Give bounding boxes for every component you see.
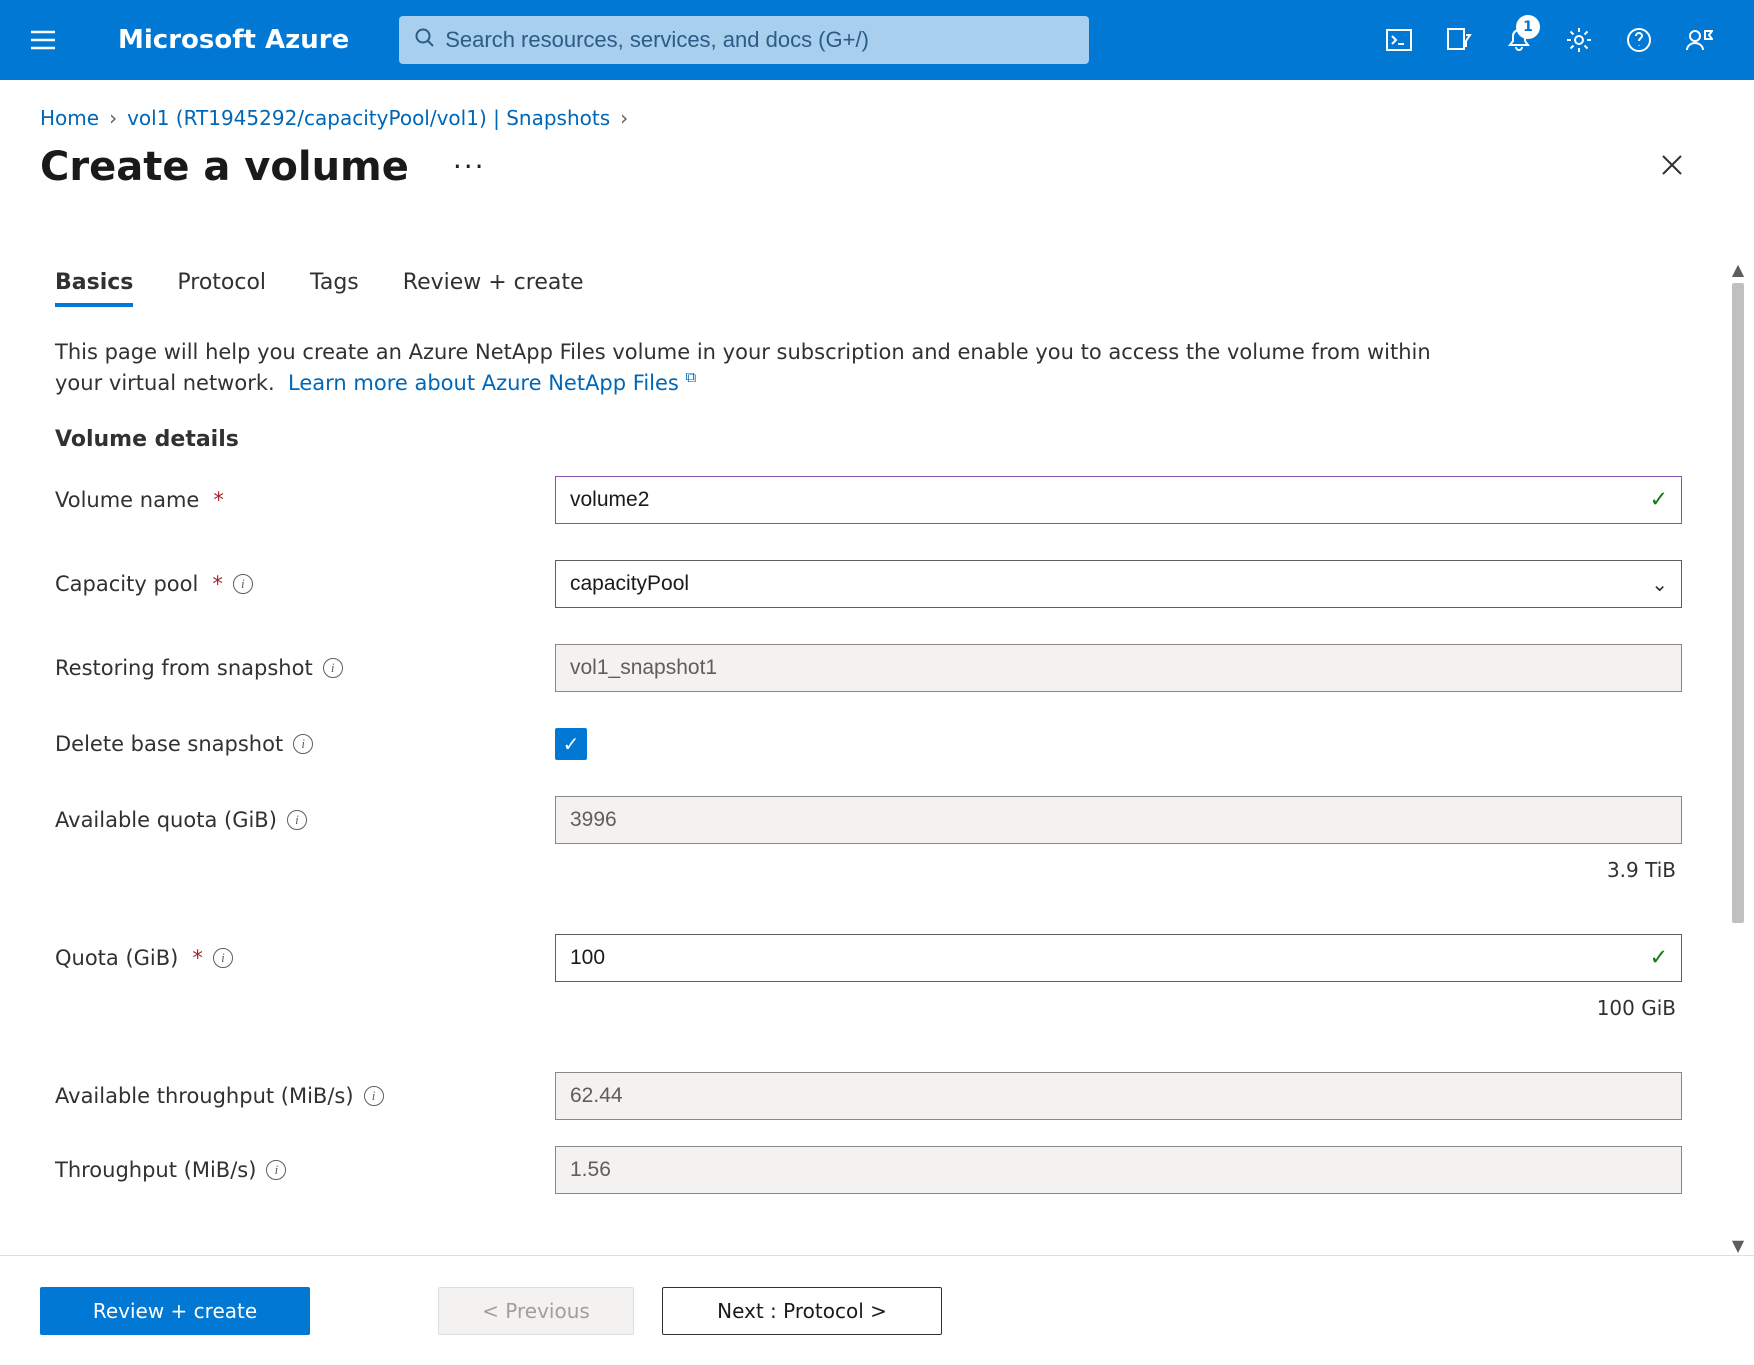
intro-text: This page will help you create an Azure … <box>55 337 1475 399</box>
external-link-icon: ⧉ <box>686 367 697 389</box>
close-icon[interactable] <box>1660 151 1714 184</box>
quota-hint: 100 GiB <box>555 996 1682 1020</box>
top-bar: Microsoft Azure 1 <box>0 0 1754 80</box>
chevron-right-icon: › <box>109 106 117 130</box>
throughput-label: Throughput (MiB/s) <box>55 1158 256 1182</box>
required-asterisk: * <box>212 572 223 596</box>
avail-throughput-field <box>555 1072 1682 1120</box>
hamburger-menu-icon[interactable] <box>20 17 66 63</box>
notification-badge: 1 <box>1516 15 1540 39</box>
search-input[interactable] <box>445 27 1073 53</box>
breadcrumb-home[interactable]: Home <box>40 106 99 130</box>
intro-body: This page will help you create an Azure … <box>55 340 1431 395</box>
content-pane: Basics Protocol Tags Review + create Thi… <box>0 250 1722 1255</box>
info-icon[interactable]: i <box>213 948 233 968</box>
info-icon[interactable]: i <box>293 734 313 754</box>
capacity-pool-label: Capacity pool <box>55 572 198 596</box>
previous-button: < Previous <box>438 1287 634 1335</box>
settings-gear-icon[interactable] <box>1564 25 1594 55</box>
notifications-icon[interactable]: 1 <box>1504 25 1534 55</box>
delete-base-checkbox[interactable]: ✓ <box>555 728 587 760</box>
check-icon: ✓ <box>1650 487 1668 512</box>
tabs: Basics Protocol Tags Review + create <box>55 270 1682 307</box>
directory-filter-icon[interactable] <box>1444 25 1474 55</box>
search-icon <box>415 28 435 52</box>
required-asterisk: * <box>213 488 224 512</box>
quota-input[interactable] <box>555 934 1682 982</box>
feedback-icon[interactable] <box>1684 25 1714 55</box>
delete-base-label: Delete base snapshot <box>55 732 283 756</box>
scroll-down-icon[interactable]: ▼ <box>1732 1236 1744 1255</box>
info-icon[interactable]: i <box>364 1086 384 1106</box>
scroll-up-icon[interactable]: ▲ <box>1732 260 1744 279</box>
footer-bar: Review + create < Previous Next : Protoc… <box>0 1255 1754 1365</box>
breadcrumb: Home › vol1 (RT1945292/capacityPool/vol1… <box>0 80 1754 138</box>
search-box[interactable] <box>399 16 1089 64</box>
cloud-shell-icon[interactable] <box>1384 25 1414 55</box>
scroll-thumb[interactable] <box>1732 283 1744 923</box>
chevron-right-icon: › <box>620 106 628 130</box>
quota-label: Quota (GiB) <box>55 946 178 970</box>
avail-throughput-label: Available throughput (MiB/s) <box>55 1084 354 1108</box>
next-protocol-button[interactable]: Next : Protocol > <box>662 1287 942 1335</box>
volume-name-input[interactable] <box>555 476 1682 524</box>
title-row: Create a volume ··· <box>0 138 1754 190</box>
header-icons: 1 <box>1384 25 1734 55</box>
tab-basics[interactable]: Basics <box>55 270 133 307</box>
tab-review[interactable]: Review + create <box>403 270 584 307</box>
learn-more-link[interactable]: Learn more about Azure NetApp Files ⧉ <box>288 371 696 395</box>
tab-protocol[interactable]: Protocol <box>177 270 266 307</box>
required-asterisk: * <box>192 946 203 970</box>
section-heading: Volume details <box>55 427 1682 452</box>
scrollbar[interactable]: ▲ ▼ <box>1722 260 1754 1255</box>
capacity-pool-select[interactable] <box>555 560 1682 608</box>
tab-tags[interactable]: Tags <box>310 270 359 307</box>
info-icon[interactable]: i <box>233 574 253 594</box>
info-icon[interactable]: i <box>287 810 307 830</box>
avail-quota-hint: 3.9 TiB <box>555 858 1682 882</box>
avail-quota-label: Available quota (GiB) <box>55 808 277 832</box>
page-title: Create a volume <box>40 144 409 190</box>
more-actions-icon[interactable]: ··· <box>453 153 486 181</box>
volume-name-label: Volume name <box>55 488 199 512</box>
restoring-snapshot-field <box>555 644 1682 692</box>
info-icon[interactable]: i <box>266 1160 286 1180</box>
breadcrumb-path[interactable]: vol1 (RT1945292/capacityPool/vol1) | Sna… <box>127 106 610 130</box>
restoring-label: Restoring from snapshot <box>55 656 313 680</box>
throughput-field <box>555 1146 1682 1194</box>
review-create-button[interactable]: Review + create <box>40 1287 310 1335</box>
help-icon[interactable] <box>1624 25 1654 55</box>
avail-quota-field <box>555 796 1682 844</box>
brand-label[interactable]: Microsoft Azure <box>118 25 349 55</box>
search-wrap <box>399 16 1089 64</box>
check-icon: ✓ <box>1650 945 1668 970</box>
info-icon[interactable]: i <box>323 658 343 678</box>
